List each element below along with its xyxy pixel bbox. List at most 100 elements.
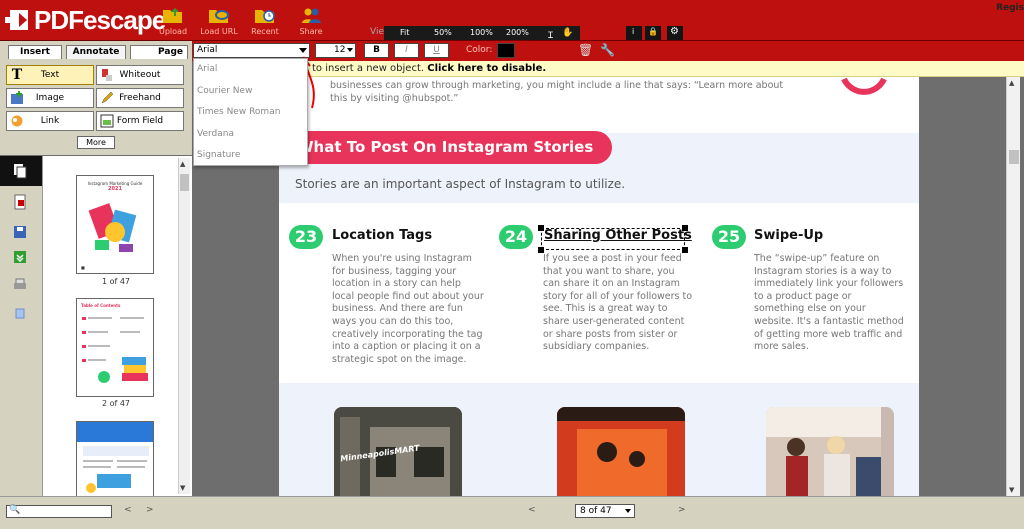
bold-button[interactable]: B	[364, 43, 389, 58]
tab-annotate[interactable]: Annotate	[66, 45, 126, 59]
upload-folder-icon	[163, 8, 182, 23]
zoom-200[interactable]: 200%	[506, 28, 529, 37]
pdfescape-logo[interactable]: PDFescape	[4, 5, 166, 35]
image-tool-button[interactable]: Image	[6, 88, 94, 108]
trash-icon[interactable]: 🗑	[578, 43, 593, 57]
chevron-down-icon	[299, 48, 307, 53]
font-option-times-new-roman[interactable]: Times New Roman	[194, 102, 307, 124]
column-title-24[interactable]: Sharing Other Posts	[544, 228, 692, 243]
scroll-up-arrow-icon[interactable]: ▲	[1009, 79, 1014, 87]
section-subtitle: Stories are an important aspect of Insta…	[295, 177, 626, 191]
section-title-banner: What To Post On Instagram Stories	[279, 131, 612, 164]
font-option-arial[interactable]: Arial	[194, 59, 307, 81]
page-thumbnail-2[interactable]: Table of Contents	[76, 298, 154, 397]
search-prev-arrow[interactable]: <	[124, 505, 132, 515]
hand-tool-icon[interactable]: ✋	[562, 28, 573, 38]
font-option-courier-new[interactable]: Courier New	[194, 81, 307, 103]
scroll-down-arrow-icon[interactable]: ▼	[180, 484, 185, 492]
thumb-label-1: 1 of 47	[101, 277, 131, 286]
link-tool-button[interactable]: Link	[6, 111, 94, 131]
zoom-bar: Fit 50% 100% 200% Ɪ ✋	[384, 26, 580, 41]
italic-button[interactable]: I	[394, 43, 419, 58]
disable-notice-link[interactable]: Click here to disable.	[427, 63, 546, 74]
intro-paragraph: businesses can grow through marketing, y…	[330, 80, 784, 104]
prev-page-arrow[interactable]: <	[528, 505, 536, 515]
page-thumbnail-3[interactable]	[76, 421, 154, 496]
logo-text: PDFescape	[34, 5, 166, 35]
register-link[interactable]: Regis	[996, 3, 1024, 13]
resize-handle[interactable]	[538, 225, 544, 231]
recent-clock-icon	[255, 10, 275, 23]
form-field-tool-button[interactable]: Form Field	[96, 111, 184, 131]
print-icon[interactable]	[12, 277, 28, 293]
chevron-down-icon	[347, 48, 353, 52]
page-select[interactable]: 8 of 47	[575, 504, 635, 518]
load-url-button[interactable]: Load URL	[200, 0, 238, 40]
share-button[interactable]: Share	[292, 0, 330, 40]
tab-insert[interactable]: Insert	[8, 45, 62, 59]
lock-icon[interactable]: 🔒	[645, 26, 661, 40]
column-body-23: When you're using Instagram for business…	[332, 253, 484, 365]
thumbnail-scrollbar[interactable]: ▲ ▼	[178, 158, 190, 494]
text-tool-button[interactable]: T Text	[6, 65, 94, 85]
section-title: What To Post On Instagram Stories	[297, 138, 594, 156]
at-sign-graphic	[841, 77, 887, 95]
color-picker[interactable]	[497, 43, 515, 58]
info-icon[interactable]: i	[626, 26, 642, 40]
scroll-thumb[interactable]	[1009, 150, 1019, 164]
zoom-100[interactable]: 100%	[470, 28, 493, 37]
next-page-arrow[interactable]: >	[678, 505, 686, 515]
wrench-icon[interactable]: 🔧	[600, 43, 615, 57]
column-title-23: Location Tags	[332, 228, 433, 243]
scroll-down-arrow-icon[interactable]: ▼	[1009, 486, 1014, 494]
whiteout-tool-button[interactable]: Whiteout	[96, 65, 184, 85]
document-scrollbar[interactable]: ▲ ▼	[1006, 77, 1020, 496]
image-insert-icon	[11, 91, 23, 104]
column-body-25: The “swipe-up” feature on Instagram stor…	[754, 253, 904, 353]
save-icon[interactable]	[12, 224, 28, 240]
cover-illustration	[88, 203, 137, 252]
shared-post-photo	[557, 407, 685, 496]
color-label: Color:	[466, 45, 493, 55]
scroll-thumb[interactable]	[180, 174, 189, 191]
text-cursor-icon[interactable]: Ɪ	[548, 28, 553, 41]
search-input[interactable]: 🔍	[6, 505, 112, 518]
settings-gear-icon[interactable]: ⚙	[667, 26, 683, 40]
sidebar	[0, 156, 42, 496]
resize-handle[interactable]	[682, 225, 688, 231]
load-url-icon	[209, 10, 229, 23]
story-photo-1: MinneapolisMART	[334, 407, 462, 496]
form-field-icon	[100, 114, 114, 128]
zoom-50[interactable]: 50%	[434, 28, 452, 37]
font-dropdown-list: Arial Courier New Times New Roman Verdan…	[193, 58, 308, 166]
font-option-verdana[interactable]: Verdana	[194, 124, 307, 146]
font-option-signature[interactable]: Signature	[194, 145, 307, 167]
thumbnail-panel: Instagram Marketing Guide 2021 ■ 1 of 47…	[42, 156, 192, 496]
tab-page[interactable]: Page	[130, 45, 188, 59]
recent-button[interactable]: Recent	[246, 0, 284, 40]
number-badge-23: 23	[289, 225, 323, 249]
text-t-icon: T	[11, 67, 23, 83]
share-people-icon	[302, 8, 321, 23]
thumb-label-2: 2 of 47	[101, 399, 131, 408]
page-thumbnail-1[interactable]: Instagram Marketing Guide 2021 ■	[76, 175, 154, 274]
pages-icon	[14, 164, 27, 179]
download-icon[interactable]	[12, 249, 28, 265]
font-family-select[interactable]: Arial	[193, 43, 310, 58]
zoom-fit[interactable]: Fit	[400, 28, 409, 37]
search-icon: 🔍	[9, 505, 21, 515]
number-badge-25: 25	[712, 225, 746, 249]
pencil-icon	[101, 91, 114, 104]
pdf-file-icon[interactable]	[12, 194, 28, 210]
underline-button[interactable]: U	[424, 43, 449, 58]
page-3-illustration	[77, 422, 153, 493]
more-tools-button[interactable]: More	[77, 136, 115, 149]
tool-panel: Insert Annotate Page T Text Whiteout Ima…	[0, 41, 192, 155]
pdf-page: businesses can grow through marketing, y…	[279, 77, 919, 496]
insert-notice-bar: to insert a new object. Click here to di…	[308, 61, 1024, 77]
scroll-up-arrow-icon[interactable]: ▲	[180, 160, 185, 168]
freehand-tool-button[interactable]: Freehand	[96, 88, 184, 108]
upload-button[interactable]: Upload	[154, 0, 192, 40]
search-next-arrow[interactable]: >	[146, 505, 154, 515]
pages-view-icon[interactable]	[12, 306, 28, 322]
